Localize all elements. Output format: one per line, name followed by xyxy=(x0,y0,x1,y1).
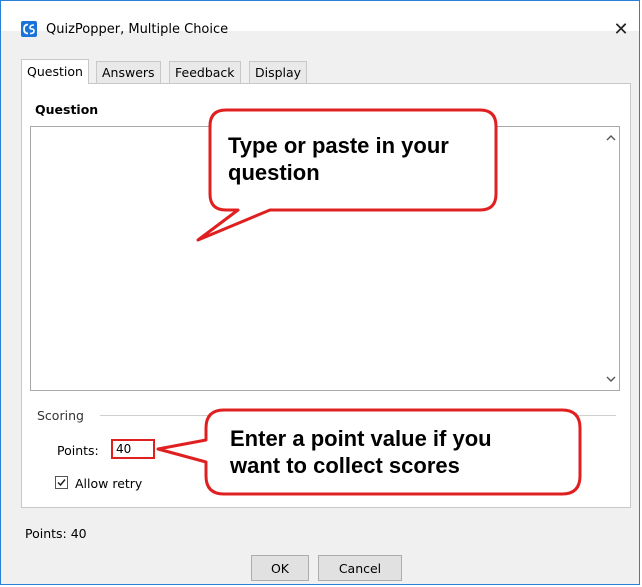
status-points: Points: 40 xyxy=(25,526,87,541)
points-input[interactable] xyxy=(111,439,155,459)
scroll-up-icon[interactable] xyxy=(606,133,616,143)
cancel-button[interactable]: Cancel xyxy=(318,555,402,581)
tab-feedback[interactable]: Feedback xyxy=(169,61,241,83)
checkmark-icon xyxy=(57,479,66,487)
tab-question[interactable]: Question xyxy=(21,59,89,84)
close-icon[interactable]: ✕ xyxy=(609,17,633,41)
question-callout-text: Type or paste in your question xyxy=(228,132,449,186)
points-callout-line-2: want to collect scores xyxy=(230,453,460,478)
tab-display[interactable]: Display xyxy=(249,61,308,83)
scoring-divider xyxy=(100,415,616,416)
dialog-window: QuizPopper, Multiple Choice ✕ Question A… xyxy=(0,0,640,585)
points-label: Points: xyxy=(57,443,99,458)
question-scrollbar[interactable] xyxy=(603,127,619,390)
allow-retry-checkbox[interactable] xyxy=(55,476,68,489)
points-callout-line-1: Enter a point value if you xyxy=(230,426,492,451)
scroll-down-icon[interactable] xyxy=(606,374,616,384)
scoring-legend: Scoring xyxy=(37,408,90,423)
points-callout-text: Enter a point value if you want to colle… xyxy=(230,425,492,479)
question-heading: Question xyxy=(35,102,99,117)
question-callout-line-1: Type or paste in your xyxy=(228,133,449,158)
question-callout-line-2: question xyxy=(228,160,320,185)
window-title: QuizPopper, Multiple Choice xyxy=(46,22,229,37)
allow-retry-label[interactable]: Allow retry xyxy=(75,476,142,491)
quizpopper-app-icon xyxy=(21,21,37,37)
tab-answers[interactable]: Answers xyxy=(96,61,161,83)
ok-button[interactable]: OK xyxy=(251,555,309,581)
title-bar: QuizPopper, Multiple Choice ✕ xyxy=(1,1,639,40)
